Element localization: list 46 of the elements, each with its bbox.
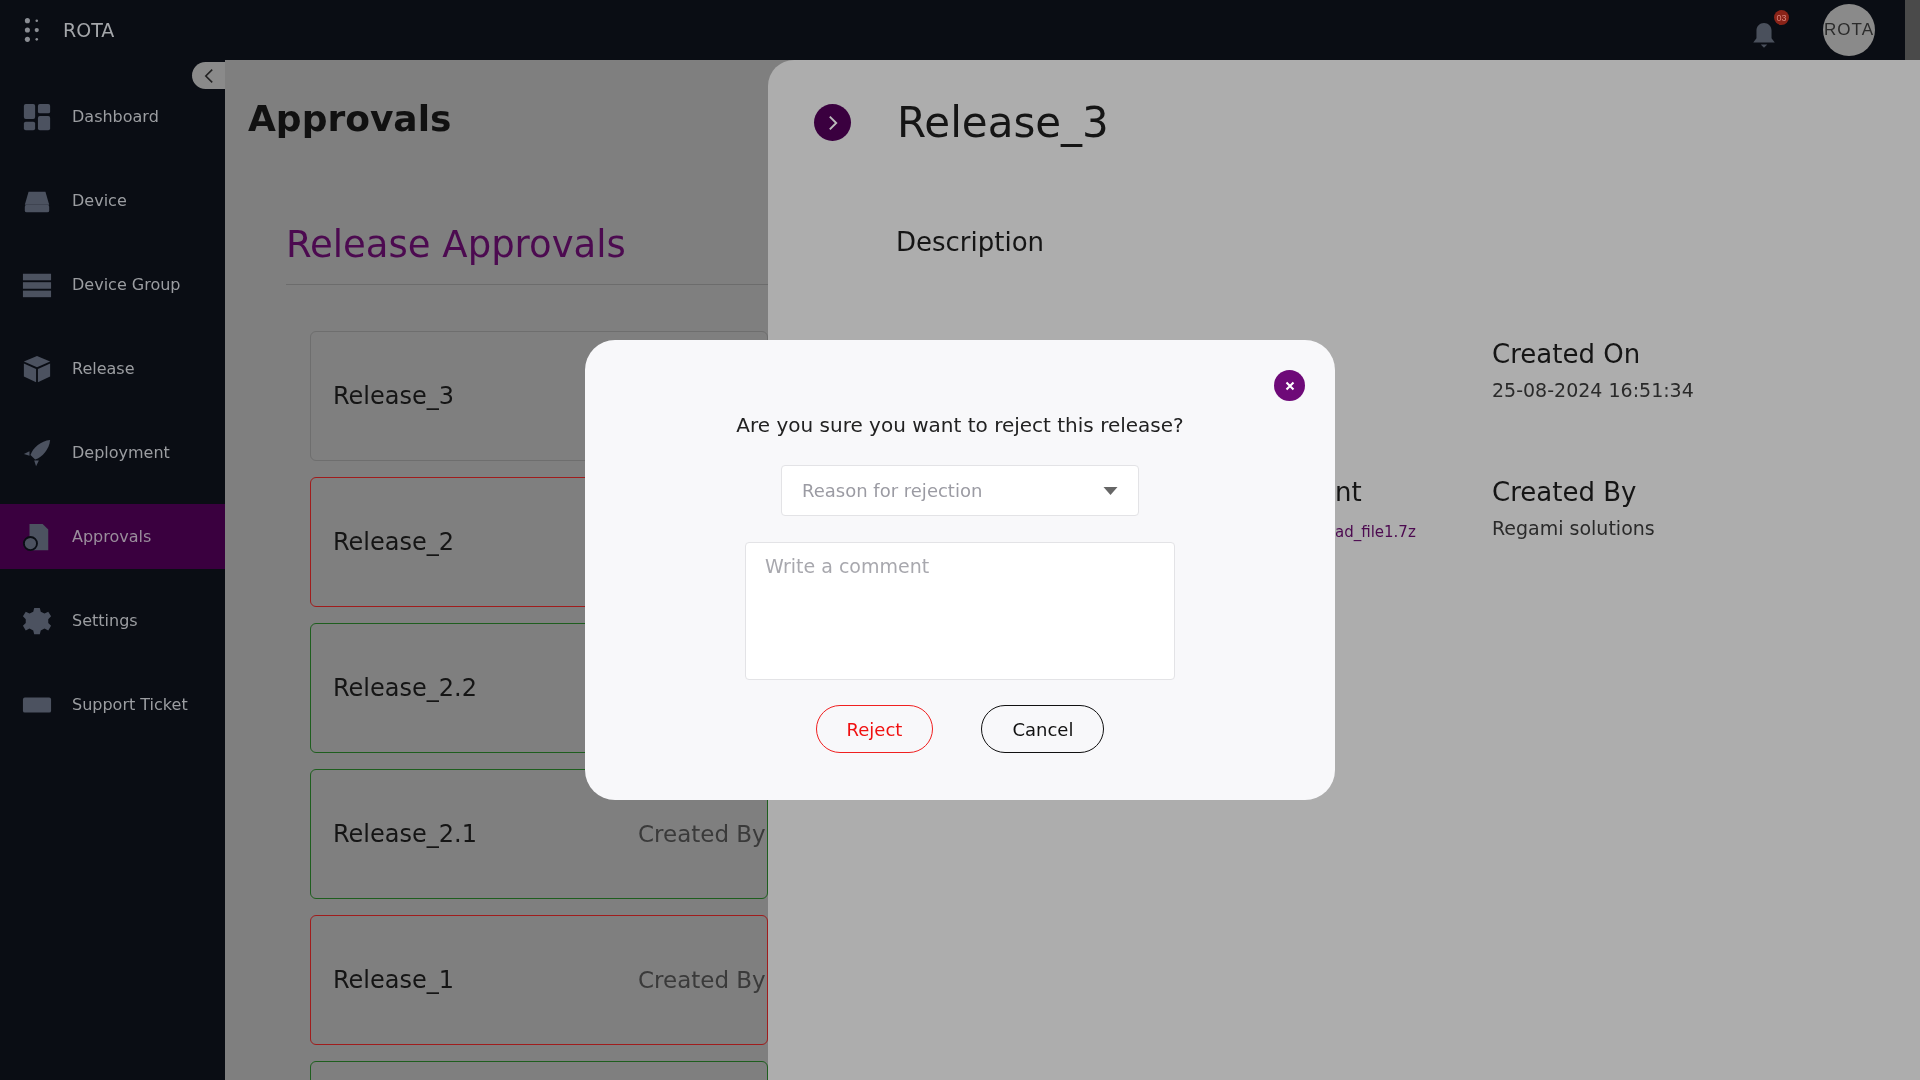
- release-card[interactable]: Release_1 Created By: [310, 915, 768, 1045]
- cancel-button[interactable]: Cancel: [981, 705, 1105, 753]
- sidebar-item[interactable]: Approvals: [0, 504, 225, 569]
- sidebar-item[interactable]: Device: [0, 168, 225, 233]
- collapse-sidebar-button[interactable]: [192, 62, 225, 89]
- attachment-label: nt: [1335, 477, 1363, 507]
- cube-icon: [22, 353, 52, 384]
- sidebar-item[interactable]: Deployment: [0, 420, 225, 485]
- sidebar-item[interactable]: Support Ticket: [0, 672, 225, 737]
- sidebar-item[interactable]: Device Group: [0, 252, 225, 317]
- created-by-value: Regami solutions: [1492, 517, 1656, 539]
- release-name: Release_1: [333, 966, 456, 994]
- comment-field[interactable]: Write a comment: [745, 542, 1175, 680]
- release-name: Release_2.2: [333, 674, 478, 702]
- page-title: Approvals: [248, 98, 452, 139]
- scrollbar-track: [1905, 0, 1920, 60]
- release-title: Release_3: [897, 98, 1109, 147]
- dots-logo-icon: [24, 17, 41, 43]
- sidebar-item[interactable]: Settings: [0, 588, 225, 653]
- reject-button[interactable]: Reject: [815, 705, 934, 753]
- notification-count-badge: 03: [1774, 10, 1789, 25]
- release-name: Release_3: [333, 382, 456, 410]
- created-by-label: Created By: [638, 967, 766, 993]
- created-by-label: Created By: [1492, 477, 1638, 507]
- forward-button[interactable]: [814, 104, 851, 141]
- created-by-label: Created By: [638, 821, 766, 847]
- chevron-right-icon: [827, 114, 838, 131]
- created-on-label: Created On: [1492, 339, 1642, 369]
- settings-icon: [22, 605, 52, 636]
- rocket-icon: [22, 437, 52, 468]
- attachment-link[interactable]: ad_file1.7z: [1335, 523, 1492, 541]
- notification-button[interactable]: 03: [1751, 10, 1789, 50]
- sidebar-item[interactable]: Release: [0, 336, 225, 401]
- user-avatar[interactable]: ROTA: [1823, 4, 1875, 56]
- caret-down-icon: [1103, 486, 1118, 495]
- description-label: Description: [896, 227, 1045, 257]
- app-name: ROTA: [63, 19, 115, 41]
- release-name: Release_2: [333, 528, 456, 556]
- sidebar-item[interactable]: Dashboard: [0, 84, 225, 149]
- dashboard-icon: [22, 101, 52, 132]
- created-on-value: 25-08-2024 16:51:34: [1492, 379, 1695, 401]
- bell-icon: [1751, 22, 1777, 50]
- reason-dropdown[interactable]: Reason for rejection: [781, 465, 1139, 516]
- release-name: Release_2.1: [333, 820, 478, 848]
- close-button[interactable]: [1274, 370, 1305, 401]
- chevron-left-icon: [203, 67, 214, 84]
